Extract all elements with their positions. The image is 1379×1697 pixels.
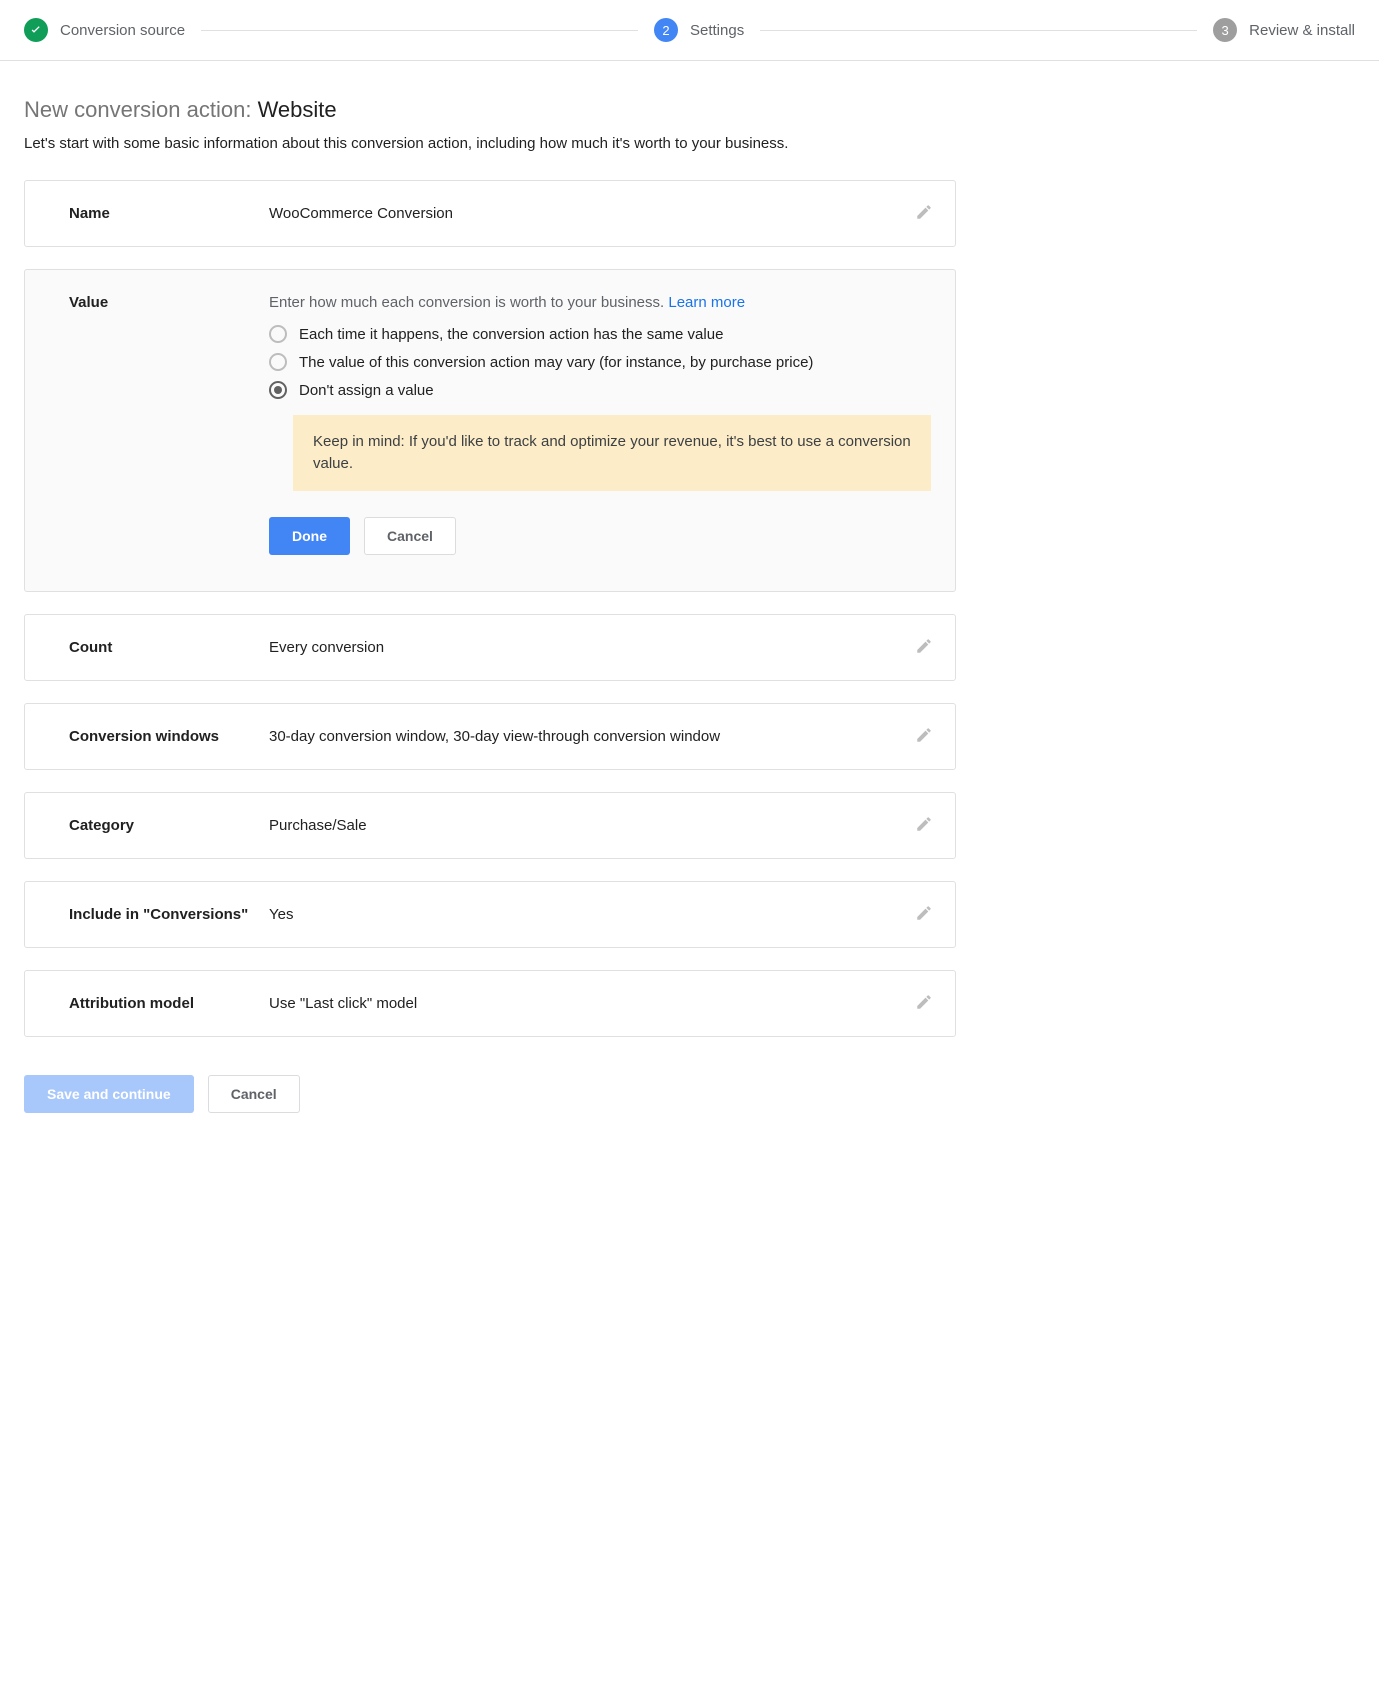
value-help-prefix: Enter how much each conversion is worth … — [269, 294, 668, 311]
pencil-icon[interactable] — [915, 815, 935, 835]
card-value: Every conversion — [269, 639, 931, 656]
card-label: Count — [69, 639, 269, 656]
page-content: New conversion action: Website Let's sta… — [0, 61, 980, 1173]
radio-label: Don't assign a value — [299, 382, 434, 399]
card-label: Name — [69, 205, 269, 222]
page-description: Let's start with some basic information … — [24, 135, 956, 152]
pencil-icon[interactable] — [915, 993, 935, 1013]
step-settings[interactable]: 2 Settings — [654, 18, 744, 42]
step-number-icon: 2 — [654, 18, 678, 42]
card-label: Category — [69, 817, 269, 834]
save-and-continue-button[interactable]: Save and continue — [24, 1075, 194, 1113]
radio-option-varies[interactable]: The value of this conversion action may … — [269, 353, 931, 371]
card-value-expanded: Value Enter how much each conversion is … — [24, 269, 956, 592]
card-value: WooCommerce Conversion — [269, 205, 931, 222]
learn-more-link[interactable]: Learn more — [668, 294, 745, 311]
step-label: Settings — [690, 22, 744, 39]
radio-icon — [269, 381, 287, 399]
card-category[interactable]: Category Purchase/Sale — [24, 792, 956, 859]
pencil-icon[interactable] — [915, 726, 935, 746]
step-divider — [201, 30, 638, 31]
card-conversion-windows[interactable]: Conversion windows 30-day conversion win… — [24, 703, 956, 770]
check-icon — [24, 18, 48, 42]
card-label: Conversion windows — [69, 728, 269, 745]
card-value: 30-day conversion window, 30-day view-th… — [269, 728, 931, 745]
card-value: Use "Last click" model — [269, 995, 931, 1012]
radio-option-no-value[interactable]: Don't assign a value — [269, 381, 931, 399]
radio-icon — [269, 325, 287, 343]
radio-icon — [269, 353, 287, 371]
step-number-icon: 3 — [1213, 18, 1237, 42]
radio-label: The value of this conversion action may … — [299, 354, 813, 371]
card-label: Attribution model — [69, 995, 269, 1012]
card-value: Yes — [269, 906, 931, 923]
value-help-text: Enter how much each conversion is worth … — [269, 294, 931, 311]
card-attribution-model[interactable]: Attribution model Use "Last click" model — [24, 970, 956, 1037]
card-include-conversions[interactable]: Include in "Conversions" Yes — [24, 881, 956, 948]
card-label: Value — [69, 294, 269, 555]
warning-box: Keep in mind: If you'd like to track and… — [293, 415, 931, 491]
radio-label: Each time it happens, the conversion act… — [299, 326, 723, 343]
stepper: Conversion source 2 Settings 3 Review & … — [0, 0, 1379, 61]
step-label: Conversion source — [60, 22, 185, 39]
card-name[interactable]: Name WooCommerce Conversion — [24, 180, 956, 247]
page-title-strong: Website — [258, 97, 337, 122]
pencil-icon[interactable] — [915, 637, 935, 657]
cancel-button[interactable]: Cancel — [364, 517, 456, 555]
pencil-icon[interactable] — [915, 203, 935, 223]
done-button[interactable]: Done — [269, 517, 350, 555]
cancel-button[interactable]: Cancel — [208, 1075, 300, 1113]
card-count[interactable]: Count Every conversion — [24, 614, 956, 681]
step-label: Review & install — [1249, 22, 1355, 39]
page-title: New conversion action: Website — [24, 97, 956, 123]
step-divider — [760, 30, 1197, 31]
card-label: Include in "Conversions" — [69, 906, 269, 923]
step-review-install[interactable]: 3 Review & install — [1213, 18, 1355, 42]
pencil-icon[interactable] — [915, 904, 935, 924]
page-title-prefix: New conversion action: — [24, 97, 258, 122]
card-value: Purchase/Sale — [269, 817, 931, 834]
radio-option-same-value[interactable]: Each time it happens, the conversion act… — [269, 325, 931, 343]
step-conversion-source[interactable]: Conversion source — [24, 18, 185, 42]
